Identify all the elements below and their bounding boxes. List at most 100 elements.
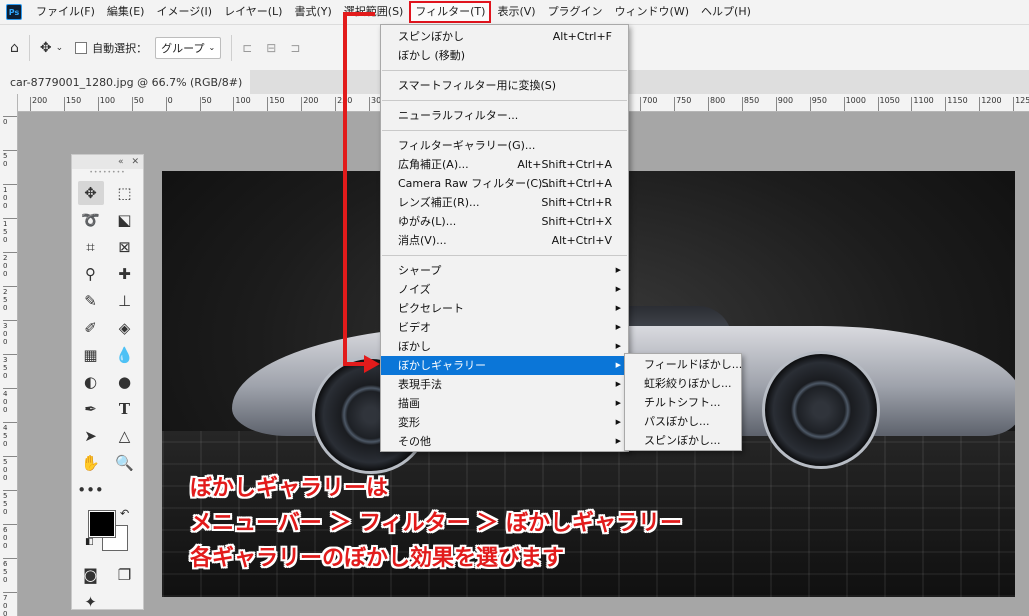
menu-layer[interactable]: レイヤー(L) — [218, 1, 288, 23]
submenu-item-path-blur[interactable]: パスぼかし... — [625, 412, 741, 431]
ruler-tick — [3, 116, 17, 117]
filter-menu-dropdown: スピンぼかし Alt+Ctrl+F ぼかし (移動) スマートフィルター用に変換(S)… — [380, 24, 629, 452]
ruler-label: 0 — [167, 96, 173, 105]
filter-menu-item[interactable]: 表現手法 ▶ — [381, 375, 628, 394]
submenu-item-spin-blur[interactable]: スピンぼかし... — [625, 431, 741, 450]
tool-row: ✋ 🔍 — [72, 449, 143, 476]
align-right-icon[interactable]: ⊐ — [290, 41, 300, 55]
align-left-icon[interactable]: ⊏ — [242, 41, 252, 55]
ruler-label: 200 — [303, 96, 319, 105]
chevron-down-icon[interactable]: ⌄ — [56, 43, 64, 53]
menu-item-label: ノイズ — [398, 283, 431, 296]
foreground-color-swatch[interactable] — [88, 510, 116, 538]
history-brush-tool-icon[interactable]: ✐ — [78, 316, 104, 340]
filter-menu-item[interactable]: シャープ ▶ — [381, 261, 628, 280]
filter-menu-item[interactable]: Camera Raw フィルター(C)... Shift+Ctrl+A — [381, 174, 628, 193]
blur-tool-icon[interactable]: 💧 — [112, 343, 138, 367]
collapse-icon[interactable]: « — [118, 157, 124, 167]
crop-tool-icon[interactable]: ⌗ — [78, 235, 104, 259]
menu-view[interactable]: 表示(V) — [491, 1, 541, 23]
lasso-tool-icon[interactable]: ➰ — [78, 208, 104, 232]
more-tools-icon[interactable]: ••• — [77, 478, 104, 502]
stamp-tool-icon[interactable]: ⊥ — [112, 289, 138, 313]
filter-menu-item[interactable]: 消点(V)... Alt+Ctrl+V — [381, 231, 628, 250]
options-separator — [231, 34, 233, 61]
type-tool-icon[interactable]: T — [112, 397, 138, 421]
filter-menu-item[interactable]: レンズ補正(R)... Shift+Ctrl+R — [381, 193, 628, 212]
generative-fill-icon[interactable]: ✦ — [78, 590, 104, 614]
move-tool-icon[interactable]: ✥ — [77, 180, 104, 205]
screen-mode-icon[interactable]: ❐ — [112, 563, 138, 587]
menu-edit[interactable]: 編集(E) — [101, 1, 151, 23]
filter-menu-item[interactable]: フィルターギャラリー(G)... — [381, 136, 628, 155]
zoom-tool-icon[interactable]: 🔍 — [112, 451, 138, 475]
tool-row: ▦ 💧 — [72, 341, 143, 368]
ruler-label: 650 — [3, 560, 8, 584]
menu-plugins[interactable]: プラグイン — [542, 1, 609, 23]
filter-menu-item[interactable]: 描画 ▶ — [381, 394, 628, 413]
ruler-tick — [877, 97, 879, 111]
auto-select-dropdown[interactable]: グループ ⌄ — [155, 36, 222, 59]
gradient-tool-icon[interactable]: ▦ — [78, 343, 104, 367]
quick-mask-icon[interactable]: ◙ — [78, 563, 104, 587]
ruler-tick — [3, 422, 17, 423]
submenu-arrow-icon: ▶ — [615, 437, 621, 445]
marquee-tool-icon[interactable]: ⬚ — [112, 181, 138, 205]
ruler-vertical[interactable]: 0 50 100 150 200 250 300 350 400 450 500 550 600 650 7… — [0, 94, 18, 616]
filter-menu-item[interactable]: ゆがみ(L)... Shift+Ctrl+X — [381, 212, 628, 231]
menu-item-label: ぼかし (移動) — [398, 49, 466, 62]
toolbox-grip[interactable]: •••••••• — [72, 169, 143, 179]
path-select-tool-icon[interactable]: ➤ — [78, 424, 104, 448]
healing-brush-tool-icon[interactable]: ✚ — [112, 262, 138, 286]
eyedropper-tool-icon[interactable]: ⚲ — [78, 262, 104, 286]
eraser-tool-icon[interactable]: ◈ — [112, 316, 138, 340]
filter-menu-item[interactable]: 変形 ▶ — [381, 413, 628, 432]
home-icon[interactable]: ⌂ — [10, 40, 19, 56]
menu-filter[interactable]: フィルター(T) — [409, 1, 492, 23]
ruler-label: 200 — [3, 254, 8, 278]
burn-tool-icon[interactable]: ● — [112, 370, 138, 394]
ruler-label: 1000 — [845, 96, 866, 105]
object-select-tool-icon[interactable]: ⬕ — [112, 208, 138, 232]
ruler-tick — [267, 97, 269, 111]
filter-menu-item[interactable]: その他 ▶ — [381, 432, 628, 451]
filter-menu-item[interactable]: ビデオ ▶ — [381, 318, 628, 337]
default-colors-icon[interactable]: ◧ — [85, 537, 94, 547]
filter-menu-item[interactable]: ぼかし ▶ — [381, 337, 628, 356]
align-center-icon[interactable]: ⊟ — [266, 41, 276, 55]
move-icon[interactable]: ✥ — [40, 40, 52, 56]
ruler-label: 400 — [3, 390, 8, 414]
dodge-tool-icon[interactable]: ◐ — [78, 370, 104, 394]
filter-menu-item[interactable]: スピンぼかし Alt+Ctrl+F — [381, 27, 628, 46]
filter-menu-item[interactable]: ノイズ ▶ — [381, 280, 628, 299]
submenu-item-tilt-shift[interactable]: チルトシフト... — [625, 393, 741, 412]
menu-type[interactable]: 書式(Y) — [288, 1, 337, 23]
ruler-tick — [3, 558, 17, 559]
menu-help[interactable]: ヘルプ(H) — [695, 1, 757, 23]
submenu-item-field-blur[interactable]: フィールドぼかし... — [625, 355, 742, 374]
filter-menu-item[interactable]: ニューラルフィルター... — [381, 106, 628, 125]
filter-menu-item[interactable]: ピクセレート ▶ — [381, 299, 628, 318]
filter-menu-item[interactable]: ぼかし (移動) — [381, 46, 628, 65]
swap-colors-icon[interactable]: ↶ — [120, 507, 129, 520]
ruler-label: 100 — [99, 96, 116, 105]
shape-tool-icon[interactable]: △ — [112, 424, 138, 448]
menu-file[interactable]: ファイル(F) — [30, 1, 101, 23]
filter-menu-item[interactable]: スマートフィルター用に変換(S) — [381, 76, 628, 95]
auto-select-checkbox[interactable] — [75, 41, 88, 54]
menu-image[interactable]: イメージ(I) — [150, 1, 218, 23]
brush-tool-icon[interactable]: ✎ — [78, 289, 104, 313]
submenu-arrow-icon: ▶ — [615, 266, 621, 274]
close-icon[interactable]: ✕ — [131, 157, 139, 167]
frame-tool-icon[interactable]: ⊠ — [112, 235, 138, 259]
filter-menu-item[interactable]: 広角補正(A)... Alt+Shift+Ctrl+A — [381, 155, 628, 174]
hand-tool-icon[interactable]: ✋ — [78, 451, 104, 475]
submenu-item-iris-blur[interactable]: 虹彩絞りぼかし... — [625, 374, 741, 393]
document-tab[interactable]: car-8779001_1280.jpg @ 66.7% (RGB/8#) — [0, 70, 250, 94]
menu-select[interactable]: 選択範囲(S) — [338, 1, 410, 23]
ruler-label: 150 — [3, 220, 8, 244]
menu-window[interactable]: ウィンドウ(W) — [609, 1, 695, 23]
menu-item-blur-gallery[interactable]: ぼかしギャラリー ▶ — [381, 356, 628, 375]
auto-select-value: グループ — [161, 41, 205, 55]
pen-tool-icon[interactable]: ✒ — [78, 397, 104, 421]
